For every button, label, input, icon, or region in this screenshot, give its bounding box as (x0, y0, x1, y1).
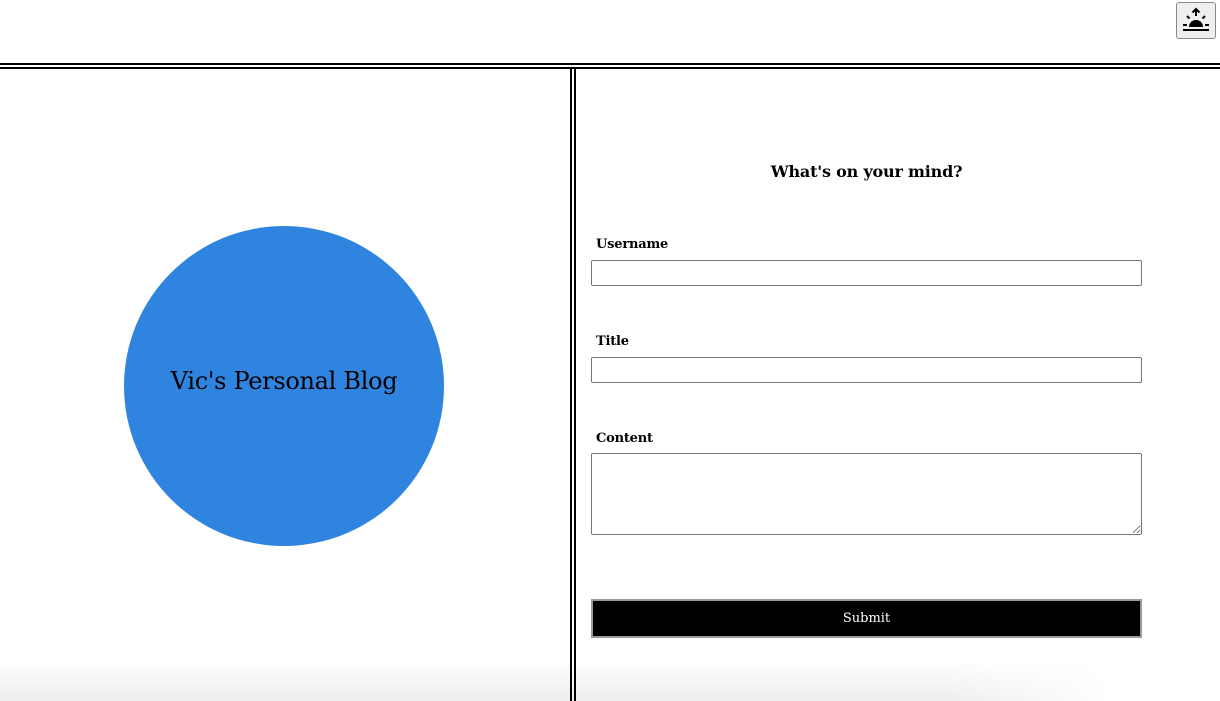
blog-page: Vic's Personal Blog What's on your mind?… (0, 0, 1220, 701)
content-textarea[interactable] (591, 453, 1142, 535)
pane-divider-left (570, 67, 572, 701)
top-header (0, 0, 1220, 63)
theme-toggle-button[interactable] (1176, 2, 1216, 39)
pane-divider-right (574, 67, 576, 701)
submit-button[interactable]: Submit (591, 599, 1142, 638)
form-heading: What's on your mind? (770, 162, 963, 181)
title-input[interactable] (591, 357, 1142, 383)
blog-logo-circle: Vic's Personal Blog (124, 226, 444, 546)
title-label: Title (596, 334, 629, 349)
header-divider-bottom (0, 67, 1220, 69)
content-label: Content (596, 431, 653, 446)
blog-title: Vic's Personal Blog (170, 367, 398, 395)
sunrise-icon (1183, 7, 1209, 31)
username-label: Username (596, 237, 669, 252)
header-divider-top (0, 63, 1220, 65)
bottom-shadow (0, 660, 1110, 701)
username-input[interactable] (591, 260, 1142, 286)
